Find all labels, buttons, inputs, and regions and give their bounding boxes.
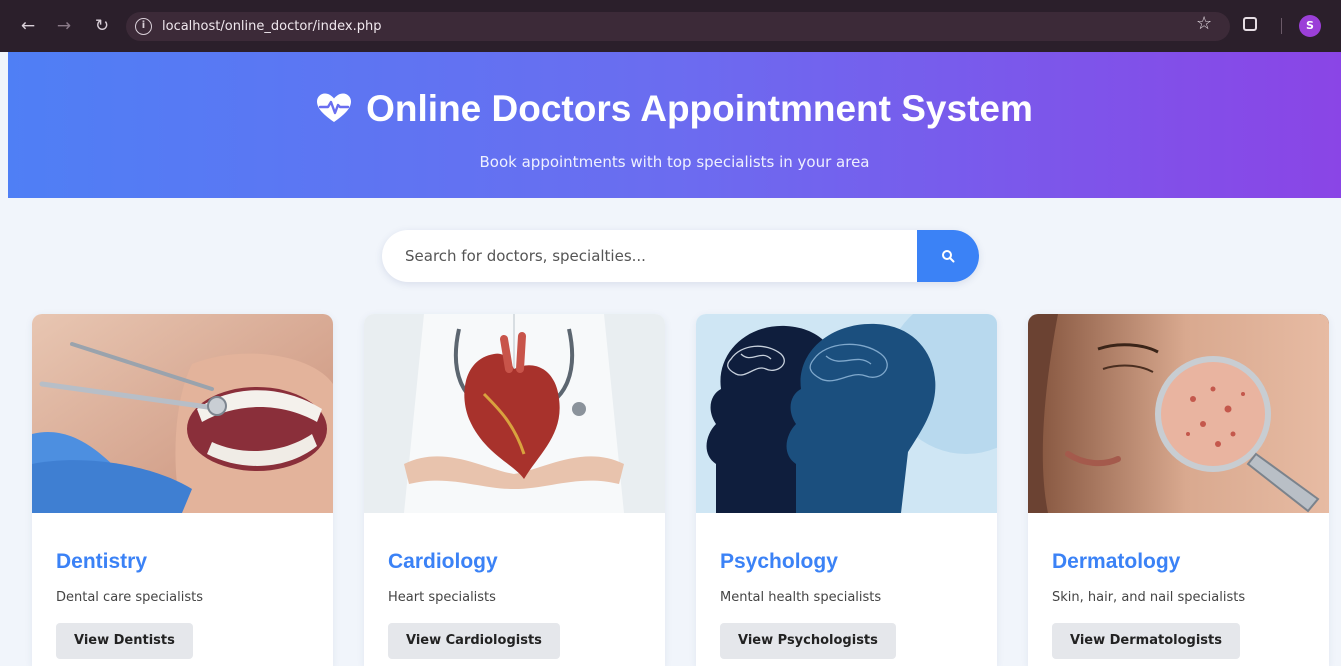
view-dentists-button[interactable]: View Dentists	[56, 623, 193, 659]
address-url: localhost/online_doctor/index.php	[162, 19, 382, 34]
card-title: Cardiology	[388, 550, 498, 573]
page-title: Online Doctors Appointmnent System	[8, 84, 1341, 135]
toolbar-separator	[1281, 18, 1282, 34]
extensions-icon[interactable]	[1243, 17, 1257, 31]
view-cardiologists-button[interactable]: View Cardiologists	[388, 623, 560, 659]
heartbeat-icon	[316, 85, 352, 135]
browser-toolbar: ← → ↻ i localhost/online_doctor/index.ph…	[0, 0, 1341, 52]
card-description: Skin, hair, and nail specialists	[1052, 590, 1246, 605]
search-bar	[382, 230, 979, 282]
card-title: Dermatology	[1052, 550, 1181, 573]
forward-arrow-icon[interactable]: →	[52, 12, 76, 40]
back-arrow-icon[interactable]: ←	[16, 12, 40, 40]
view-psychologists-button[interactable]: View Psychologists	[720, 623, 896, 659]
dermatology-image	[1028, 314, 1329, 513]
page-title-text: Online Doctors Appointmnent System	[366, 88, 1033, 129]
address-bar[interactable]: i localhost/online_doctor/index.php	[126, 12, 1230, 41]
search-input[interactable]	[382, 230, 917, 282]
profile-avatar[interactable]: S	[1299, 15, 1321, 37]
card-description: Heart specialists	[388, 590, 496, 605]
site-info-icon[interactable]: i	[135, 18, 152, 35]
page-subtitle: Book appointments with top specialists i…	[479, 153, 870, 171]
specialty-card-dentistry: Dentistry Dental care specialists View D…	[32, 314, 333, 666]
bookmark-star-icon[interactable]: ☆	[1196, 13, 1212, 34]
card-description: Dental care specialists	[56, 590, 203, 605]
specialty-card-dermatology: Dermatology Skin, hair, and nail special…	[1028, 314, 1329, 666]
card-description: Mental health specialists	[720, 590, 882, 605]
dentistry-image	[32, 314, 333, 513]
specialty-card-psychology: Psychology Mental health specialists Vie…	[696, 314, 997, 666]
search-icon	[942, 250, 955, 263]
card-title: Dentistry	[56, 550, 148, 573]
cardiology-image	[364, 314, 665, 513]
specialty-card-cardiology: Cardiology Heart specialists View Cardio…	[364, 314, 665, 666]
card-title: Psychology	[720, 550, 838, 573]
search-button[interactable]	[917, 230, 979, 282]
hero-banner: Online Doctors Appointmnent System Book …	[8, 52, 1341, 198]
psychology-image	[696, 314, 997, 513]
view-dermatologists-button[interactable]: View Dermatologists	[1052, 623, 1240, 659]
reload-icon[interactable]: ↻	[90, 12, 114, 40]
